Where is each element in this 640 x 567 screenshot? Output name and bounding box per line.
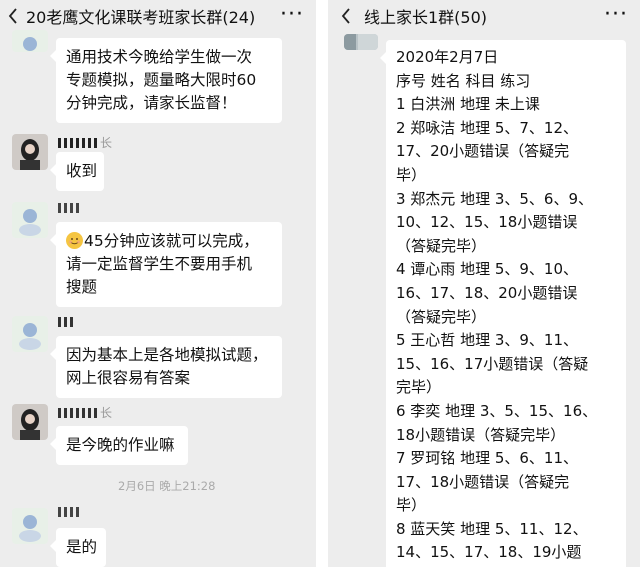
back-button[interactable] <box>328 0 364 32</box>
more-options-icon[interactable]: ··· <box>604 4 628 26</box>
message-text: 毕） <box>396 496 427 515</box>
left-chat-screen: 20老鹰文化课联考班家长群(24) ··· 通用技术今晚给学生做一次 专题模拟，… <box>0 0 316 567</box>
message-text: 3 郑杰元 地理 3、5、6、9、 <box>396 189 594 208</box>
message-text: 完毕） <box>396 378 442 397</box>
more-options-icon[interactable]: ··· <box>280 4 304 26</box>
message-bubble[interactable]: 因为基本上是各地模拟试题， 网上很容易有答案 <box>50 336 282 398</box>
message-text: 分钟完成，请家长监督！ <box>66 94 237 112</box>
message-text: 是的 <box>66 538 98 556</box>
sender-name: 长 <box>58 134 112 151</box>
message-text: 收到 <box>66 162 98 180</box>
message-text: 专题模拟，题量略大限时60 <box>66 71 257 89</box>
message-text: 请一定监督学生不要用手机 <box>66 255 253 273</box>
cat-avatar-icon <box>23 37 37 51</box>
message-text: 17、20小题错误（答疑完 <box>396 142 570 161</box>
chevron-left-icon <box>8 8 17 24</box>
message-text: 8 蓝天笑 地理 5、11、12、 <box>396 519 588 538</box>
chat-title: 线上家长1群(50) <box>364 8 488 27</box>
message-text: 1 白洪洲 地理 未上课 <box>396 95 540 114</box>
message-bubble[interactable]: 通用技术今晚给学生做一次 专题模拟，题量略大限时60 分钟完成，请家长监督！ <box>50 38 282 123</box>
person-avatar-icon <box>20 139 40 170</box>
avatar[interactable] <box>12 508 48 544</box>
message-text: 17、18小题错误（答疑完 <box>396 472 570 491</box>
message-bubble[interactable]: 2020年2月7日 序号 姓名 科目 练习 1 白洪洲 地理 未上课 2 郑咏洁… <box>380 40 626 567</box>
avatar[interactable] <box>12 202 48 238</box>
message-text: 5 王心哲 地理 3、9、11、 <box>396 331 579 350</box>
message-timestamp: 2月6日 晚上21:28 <box>118 479 216 493</box>
blurred-avatar-icon <box>344 34 378 50</box>
message-text: 2020年2月7日 <box>396 48 499 66</box>
chevron-left-icon <box>341 8 350 24</box>
message-text: 毕） <box>396 165 427 184</box>
sender-name: 长 <box>58 404 112 421</box>
message-text: 7 罗珂铭 地理 5、6、11、 <box>396 449 579 468</box>
message-text: 18小题错误（答疑完毕） <box>396 425 566 444</box>
redacted-name-mark <box>58 507 82 517</box>
sender-name <box>58 202 80 216</box>
message-text: 4 谭心雨 地理 5、9、10、 <box>396 260 579 279</box>
right-chat-screen: 线上家长1群(50) ··· 2020年2月7日 序号 姓名 科目 练习 1 白… <box>328 0 640 567</box>
message-text: 14、15、17、18、19小题 <box>396 543 582 562</box>
sender-name <box>58 316 74 330</box>
sender-name <box>58 506 82 520</box>
message-text: 序号 姓名 科目 练习 <box>396 71 531 90</box>
message-text: 16、17、18、20小题错误 <box>396 283 578 302</box>
avatar[interactable] <box>12 316 48 352</box>
chat-title: 20老鹰文化课联考班家长群(24) <box>26 8 256 27</box>
message-text: 45分钟应该就可以完成， <box>84 232 259 250</box>
smiling-face-icon <box>66 232 83 249</box>
avatar[interactable] <box>12 30 48 52</box>
redacted-name-mark <box>58 203 80 213</box>
redacted-name-mark <box>58 138 100 148</box>
message-text: （答疑完毕） <box>396 236 487 255</box>
avatar[interactable] <box>344 34 378 50</box>
message-bubble[interactable]: 是的 <box>50 528 106 567</box>
avatar[interactable] <box>12 134 48 170</box>
message-text: 搜题 <box>66 278 98 296</box>
redacted-name-mark <box>58 408 100 418</box>
message-bubble[interactable]: 45分钟应该就可以完成， 请一定监督学生不要用手机 搜题 <box>50 222 282 307</box>
cat-avatar-icon <box>19 515 41 542</box>
chat-header: 线上家长1群(50) ··· <box>328 0 640 32</box>
message-text: 6 李奕 地理 3、5、15、16、 <box>396 401 598 420</box>
message-text: 是今晚的作业嘛 <box>66 436 175 454</box>
cat-avatar-icon <box>19 209 41 236</box>
back-button[interactable] <box>0 0 26 32</box>
person-avatar-icon <box>20 409 40 440</box>
message-text: 网上很容易有答案 <box>66 369 191 387</box>
message-text: 2 郑咏洁 地理 5、7、12、 <box>396 118 579 137</box>
message-text: 10、12、15、18小题错误 <box>396 213 578 232</box>
message-text: 通用技术今晚给学生做一次 <box>66 48 253 66</box>
message-text: 15、16、17小题错误（答疑 <box>396 354 589 373</box>
message-bubble[interactable]: 是今晚的作业嘛 <box>50 426 188 465</box>
message-bubble[interactable]: 收到 <box>50 152 104 191</box>
avatar[interactable] <box>12 404 48 440</box>
redacted-name-mark <box>58 317 74 327</box>
chat-header: 20老鹰文化课联考班家长群(24) ··· <box>0 0 316 32</box>
cat-avatar-icon <box>19 323 41 350</box>
message-text: （答疑完毕） <box>396 307 487 326</box>
message-text: 因为基本上是各地模拟试题， <box>66 346 268 364</box>
